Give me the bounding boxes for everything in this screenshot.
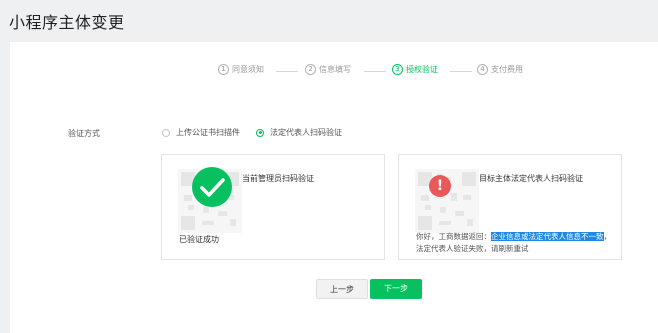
radio-label: 法定代表人扫码验证: [270, 128, 342, 137]
step-divider: [276, 71, 298, 72]
verify-success-text: 已验证成功: [179, 235, 219, 244]
legal-rep-card-title: 目标主体法定代表人扫码验证: [479, 174, 583, 183]
step-2-number: 2: [305, 64, 316, 75]
step-4-number: 4: [477, 64, 488, 75]
radio-circle-checked[interactable]: [256, 128, 264, 137]
step-2-label: 信息填写: [319, 65, 351, 74]
step-2: 2 信息填写: [305, 64, 351, 75]
step-1-number: 1: [218, 64, 229, 75]
admin-verify-card: 当前管理员扫码验证 已验证成功: [161, 154, 385, 260]
page-title: 小程序主体变更: [9, 13, 125, 32]
step-4: 4 支付费用: [477, 64, 523, 75]
step-4-label: 支付费用: [491, 65, 523, 74]
main-panel: 1 同意须知 2 信息填写 3 授权验证 4 支付费用 验证方式 上传公证书扫描…: [10, 42, 658, 333]
step-1: 1 同意须知: [218, 64, 264, 75]
next-step-button[interactable]: 下一步: [370, 279, 422, 299]
step-divider: [364, 71, 386, 72]
admin-card-title: 当前管理员扫码验证: [242, 174, 314, 183]
step-3-number: 3: [392, 64, 403, 75]
legal-rep-verify-card: ! 目标主体法定代表人扫码验证 你好，工商数据返回：企业信息或法定代表人信息不一…: [398, 154, 622, 260]
radio-circle[interactable]: [162, 128, 170, 137]
step-divider: [450, 71, 472, 72]
radio-notarized-scan[interactable]: 上传公证书扫描件: [162, 127, 240, 138]
step-1-label: 同意须知: [232, 65, 264, 74]
prev-step-button[interactable]: 上一步: [316, 279, 368, 299]
error-icon: !: [429, 175, 451, 197]
error-message-highlight: 企业信息或法定代表人信息不一致: [491, 232, 604, 241]
step-3: 3 授权验证: [392, 64, 438, 75]
verify-error-message: 你好，工商数据返回：企业信息或法定代表人信息不一致，法定代表人验证失败，请刷新重…: [416, 231, 616, 255]
step-3-label: 授权验证: [406, 65, 438, 74]
error-message-prefix: 你好，工商数据返回：: [416, 232, 491, 241]
radio-label: 上传公证书扫描件: [176, 128, 240, 137]
verify-method-label: 验证方式: [68, 129, 100, 138]
radio-legal-rep-scan[interactable]: 法定代表人扫码验证: [256, 127, 342, 138]
check-icon: [192, 167, 232, 207]
